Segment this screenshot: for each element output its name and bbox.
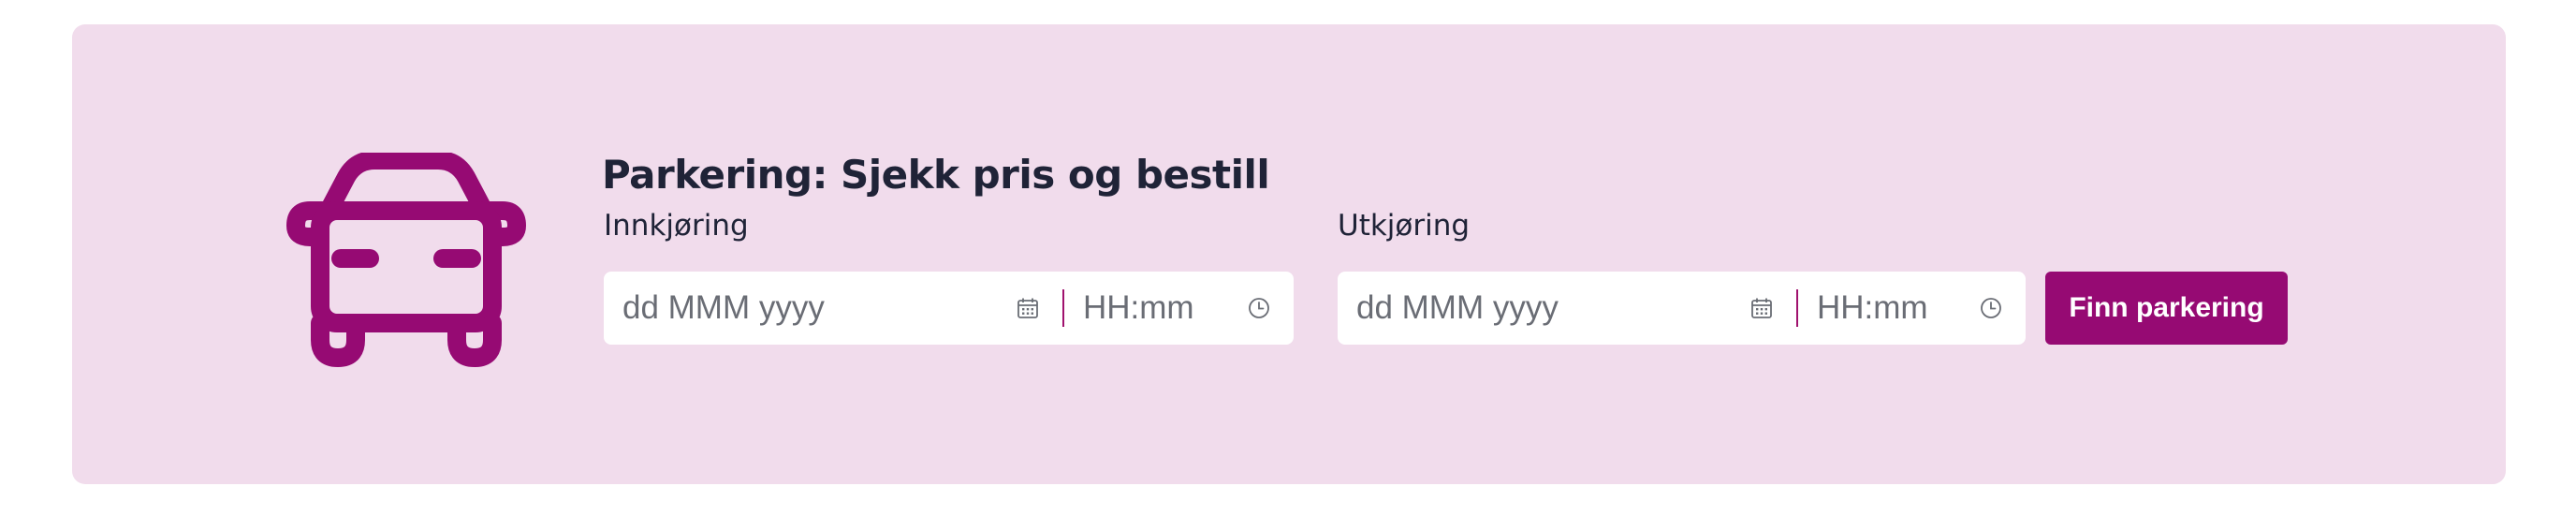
clock-icon[interactable] xyxy=(1248,297,1270,319)
parking-search-panel: Parkering: Sjekk pris og bestill xyxy=(72,24,2506,484)
page-title: Parkering: Sjekk pris og bestill xyxy=(602,152,1270,198)
car-icon xyxy=(286,153,526,367)
exit-time-input[interactable]: HH:mm xyxy=(1817,272,1928,345)
exit-datetime-field: dd MMM yyyy HH:mm xyxy=(1338,272,2026,345)
date-time-divider xyxy=(1796,289,1798,327)
entry-datetime-field: dd MMM yyyy HH:mm xyxy=(604,272,1294,345)
date-time-divider xyxy=(1062,289,1064,327)
entry-time-input[interactable]: HH:mm xyxy=(1083,272,1194,345)
entry-date-input[interactable]: dd MMM yyyy xyxy=(622,272,825,345)
find-parking-button[interactable]: Finn parkering xyxy=(2045,272,2288,345)
calendar-icon[interactable] xyxy=(1750,297,1773,319)
entry-label: Innkjøring xyxy=(604,209,749,243)
clock-icon[interactable] xyxy=(1980,297,2002,319)
calendar-icon[interactable] xyxy=(1017,297,1039,319)
exit-date-input[interactable]: dd MMM yyyy xyxy=(1356,272,1559,345)
exit-label: Utkjøring xyxy=(1338,209,1471,243)
